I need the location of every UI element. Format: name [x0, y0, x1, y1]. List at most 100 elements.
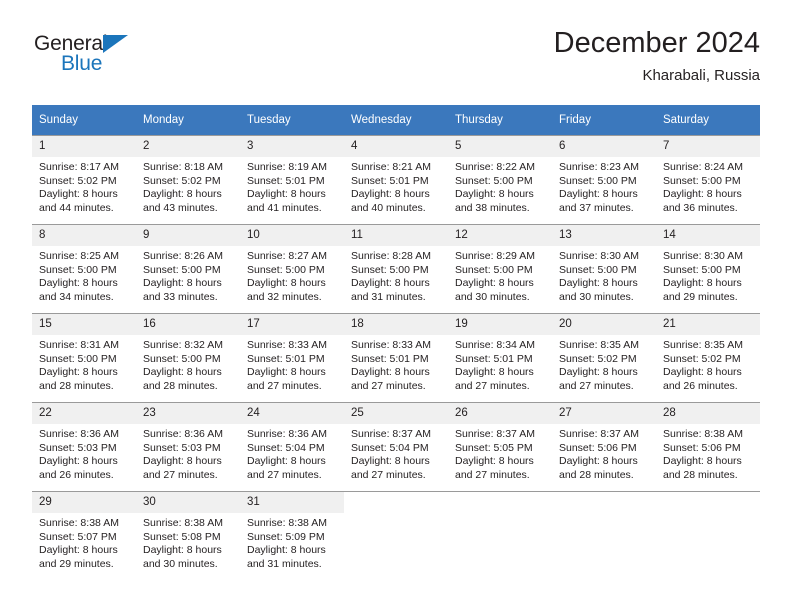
sunset-text: Sunset: 5:02 PM: [39, 174, 117, 187]
day-details: Sunrise: 8:38 AM Sunset: 5:08 PM Daylight:…: [136, 513, 240, 571]
day-number: 9: [136, 225, 240, 246]
calendar-day-cell[interactable]: 23 Sunrise: 8:36 AM Sunset: 5:03 PM Dayligh…: [136, 402, 240, 491]
title-block: December 2024 Kharabali, Russia: [554, 26, 760, 86]
day-details: Sunrise: 8:37 AM Sunset: 5:05 PM Daylight:…: [448, 424, 552, 482]
weekday-header-row: Sunday Monday Tuesday Wednesday Thursday…: [32, 105, 760, 135]
calendar-day-cell[interactable]: 31 Sunrise: 8:38 AM Sunset: 5:09 PM Dayligh…: [240, 491, 344, 580]
day-number: 23: [136, 403, 240, 424]
day-number: [344, 492, 448, 513]
calendar-day-cell[interactable]: 1 Sunrise: 8:17 AM Sunset: 5:02 PM Daylight…: [32, 135, 136, 224]
calendar-week-row: 1 Sunrise: 8:17 AM Sunset: 5:02 PM Daylight…: [32, 135, 760, 224]
daylight-text: Daylight: 8 hours and 36 minutes.: [663, 188, 742, 214]
sunset-text: Sunset: 5:00 PM: [143, 263, 221, 276]
calendar-week-row: 8 Sunrise: 8:25 AM Sunset: 5:00 PM Daylight…: [32, 224, 760, 313]
calendar-day-cell[interactable]: 7 Sunrise: 8:24 AM Sunset: 5:00 PM Daylight…: [656, 135, 760, 224]
sunrise-text: Sunrise: 8:38 AM: [143, 517, 223, 529]
calendar-day-cell[interactable]: 13 Sunrise: 8:30 AM Sunset: 5:00 PM Dayligh…: [552, 224, 656, 313]
calendar-day-cell[interactable]: 15 Sunrise: 8:31 AM Sunset: 5:00 PM Dayligh…: [32, 313, 136, 402]
calendar-day-cell[interactable]: 22 Sunrise: 8:36 AM Sunset: 5:03 PM Dayligh…: [32, 402, 136, 491]
sunset-text: Sunset: 5:00 PM: [559, 263, 637, 276]
daylight-text: Daylight: 8 hours and 26 minutes.: [39, 455, 118, 481]
sunrise-text: Sunrise: 8:38 AM: [39, 517, 119, 529]
calendar-day-cell[interactable]: 11 Sunrise: 8:28 AM Sunset: 5:00 PM Dayligh…: [344, 224, 448, 313]
day-number: 1: [32, 136, 136, 157]
day-details: Sunrise: 8:28 AM Sunset: 5:00 PM Daylight:…: [344, 246, 448, 304]
sunrise-text: Sunrise: 8:30 AM: [559, 250, 639, 262]
daylight-text: Daylight: 8 hours and 27 minutes.: [247, 366, 326, 392]
sunrise-text: Sunrise: 8:17 AM: [39, 161, 119, 173]
sunrise-text: Sunrise: 8:35 AM: [559, 339, 639, 351]
calendar-day-cell[interactable]: 6 Sunrise: 8:23 AM Sunset: 5:00 PM Daylight…: [552, 135, 656, 224]
page-title: December 2024: [553, 27, 760, 59]
sunrise-text: Sunrise: 8:33 AM: [247, 339, 327, 351]
calendar-day-cell[interactable]: 8 Sunrise: 8:25 AM Sunset: 5:00 PM Daylight…: [32, 224, 136, 313]
calendar-day-cell[interactable]: 16 Sunrise: 8:32 AM Sunset: 5:00 PM Dayligh…: [136, 313, 240, 402]
calendar-day-cell[interactable]: 30 Sunrise: 8:38 AM Sunset: 5:08 PM Dayligh…: [136, 491, 240, 580]
calendar-day-cell-empty: [552, 491, 656, 580]
calendar-day-cell[interactable]: 29 Sunrise: 8:38 AM Sunset: 5:07 PM Dayligh…: [32, 491, 136, 580]
calendar-day-cell[interactable]: 19 Sunrise: 8:34 AM Sunset: 5:01 PM Dayligh…: [448, 313, 552, 402]
day-details: Sunrise: 8:35 AM Sunset: 5:02 PM Daylight:…: [552, 335, 656, 393]
sunset-text: Sunset: 5:01 PM: [351, 174, 429, 187]
daylight-text: Daylight: 8 hours and 44 minutes.: [39, 188, 118, 214]
calendar-day-cell[interactable]: 17 Sunrise: 8:33 AM Sunset: 5:01 PM Dayligh…: [240, 313, 344, 402]
sunrise-text: Sunrise: 8:25 AM: [39, 250, 119, 262]
calendar-day-cell[interactable]: 18 Sunrise: 8:33 AM Sunset: 5:01 PM Dayligh…: [344, 313, 448, 402]
day-number: 18: [344, 314, 448, 335]
calendar-day-cell[interactable]: 27 Sunrise: 8:37 AM Sunset: 5:06 PM Dayligh…: [552, 402, 656, 491]
day-number: 11: [344, 225, 448, 246]
daylight-text: Daylight: 8 hours and 41 minutes.: [247, 188, 326, 214]
day-details: Sunrise: 8:33 AM Sunset: 5:01 PM Daylight:…: [344, 335, 448, 393]
sunrise-text: Sunrise: 8:31 AM: [39, 339, 119, 351]
day-details: Sunrise: 8:38 AM Sunset: 5:09 PM Daylight:…: [240, 513, 344, 571]
day-details: Sunrise: 8:22 AM Sunset: 5:00 PM Daylight:…: [448, 157, 552, 215]
calendar-day-cell[interactable]: 14 Sunrise: 8:30 AM Sunset: 5:00 PM Dayligh…: [656, 224, 760, 313]
day-number: 10: [240, 225, 344, 246]
calendar-day-cell[interactable]: 25 Sunrise: 8:37 AM Sunset: 5:04 PM Dayligh…: [344, 402, 448, 491]
sunrise-text: Sunrise: 8:29 AM: [455, 250, 535, 262]
sunset-text: Sunset: 5:06 PM: [663, 441, 741, 454]
sunset-text: Sunset: 5:00 PM: [39, 352, 117, 365]
sunrise-text: Sunrise: 8:38 AM: [663, 428, 743, 440]
calendar-page: General Blue December 2024 Kharabali, Ru…: [0, 0, 792, 612]
logo-text-blue: Blue: [61, 52, 103, 75]
daylight-text: Daylight: 8 hours and 27 minutes.: [559, 366, 638, 392]
day-number: 20: [552, 314, 656, 335]
daylight-text: Daylight: 8 hours and 37 minutes.: [559, 188, 638, 214]
calendar-day-cell[interactable]: 3 Sunrise: 8:19 AM Sunset: 5:01 PM Daylight…: [240, 135, 344, 224]
day-number: 4: [344, 136, 448, 157]
daylight-text: Daylight: 8 hours and 30 minutes.: [559, 277, 638, 303]
calendar-day-cell[interactable]: 9 Sunrise: 8:26 AM Sunset: 5:00 PM Daylight…: [136, 224, 240, 313]
sunset-text: Sunset: 5:03 PM: [39, 441, 117, 454]
day-details: Sunrise: 8:32 AM Sunset: 5:00 PM Daylight:…: [136, 335, 240, 393]
page-subtitle-location: Kharabali, Russia: [642, 67, 760, 84]
calendar-day-cell[interactable]: 20 Sunrise: 8:35 AM Sunset: 5:02 PM Dayligh…: [552, 313, 656, 402]
calendar-day-cell[interactable]: 12 Sunrise: 8:29 AM Sunset: 5:00 PM Dayligh…: [448, 224, 552, 313]
calendar-day-cell[interactable]: 26 Sunrise: 8:37 AM Sunset: 5:05 PM Dayligh…: [448, 402, 552, 491]
day-details: Sunrise: 8:17 AM Sunset: 5:02 PM Daylight:…: [32, 157, 136, 215]
day-number: [552, 492, 656, 513]
daylight-text: Daylight: 8 hours and 27 minutes.: [455, 455, 534, 481]
sunset-text: Sunset: 5:00 PM: [39, 263, 117, 276]
day-details: Sunrise: 8:29 AM Sunset: 5:00 PM Daylight:…: [448, 246, 552, 304]
logo-triangle-icon: [103, 35, 128, 53]
calendar-day-cell[interactable]: 4 Sunrise: 8:21 AM Sunset: 5:01 PM Daylight…: [344, 135, 448, 224]
sunset-text: Sunset: 5:02 PM: [663, 352, 741, 365]
weekday-header-wednesday: Wednesday: [344, 105, 448, 135]
day-number: 27: [552, 403, 656, 424]
sunrise-text: Sunrise: 8:38 AM: [247, 517, 327, 529]
calendar-day-cell[interactable]: 21 Sunrise: 8:35 AM Sunset: 5:02 PM Dayligh…: [656, 313, 760, 402]
sunset-text: Sunset: 5:01 PM: [455, 352, 533, 365]
day-details: Sunrise: 8:36 AM Sunset: 5:04 PM Daylight:…: [240, 424, 344, 482]
calendar-day-cell[interactable]: 10 Sunrise: 8:27 AM Sunset: 5:00 PM Dayligh…: [240, 224, 344, 313]
day-number: 7: [656, 136, 760, 157]
weekday-header-friday: Friday: [552, 105, 656, 135]
day-details: Sunrise: 8:30 AM Sunset: 5:00 PM Daylight:…: [656, 246, 760, 304]
calendar-day-cell[interactable]: 5 Sunrise: 8:22 AM Sunset: 5:00 PM Daylight…: [448, 135, 552, 224]
day-number: 5: [448, 136, 552, 157]
calendar-day-cell[interactable]: 28 Sunrise: 8:38 AM Sunset: 5:06 PM Dayligh…: [656, 402, 760, 491]
daylight-text: Daylight: 8 hours and 33 minutes.: [143, 277, 222, 303]
calendar-day-cell[interactable]: 2 Sunrise: 8:18 AM Sunset: 5:02 PM Daylight…: [136, 135, 240, 224]
sunrise-text: Sunrise: 8:35 AM: [663, 339, 743, 351]
calendar-day-cell[interactable]: 24 Sunrise: 8:36 AM Sunset: 5:04 PM Dayligh…: [240, 402, 344, 491]
